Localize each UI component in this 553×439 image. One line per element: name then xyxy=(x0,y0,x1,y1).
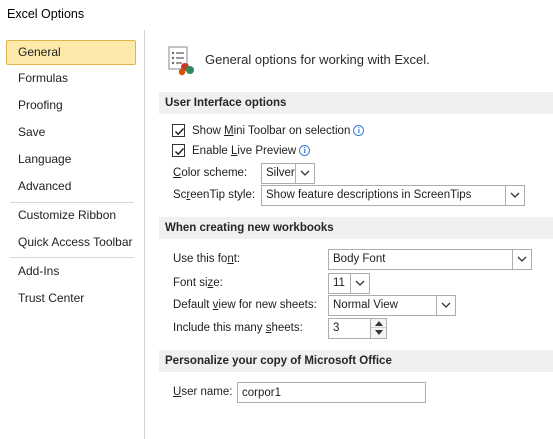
section-heading-ui-options: User Interface options xyxy=(159,92,553,114)
font-size-select[interactable]: 11 xyxy=(328,273,370,294)
mini-toolbar-checkbox[interactable] xyxy=(172,124,185,137)
font-size-label: Font size: xyxy=(173,277,223,289)
font-size-value: 11 xyxy=(333,277,345,289)
live-preview-label: Enable Live Preview i xyxy=(192,141,311,161)
username-field[interactable] xyxy=(237,382,426,403)
sidebar-item-label: Add-Ins xyxy=(18,264,60,278)
sidebar-item-label: Trust Center xyxy=(18,291,85,305)
default-view-label: Default view for new sheets: xyxy=(173,299,317,311)
sidebar-separator xyxy=(10,257,134,258)
sidebar-item-save[interactable]: Save xyxy=(6,120,136,145)
sidebar-item-customize-ribbon[interactable]: Customize Ribbon xyxy=(6,203,136,228)
font-label: Use this font: xyxy=(173,253,241,265)
window-title: Excel Options xyxy=(7,7,85,21)
stepper-buttons xyxy=(370,319,386,338)
live-preview-checkbox[interactable] xyxy=(172,144,185,157)
sidebar-item-label: Proofing xyxy=(18,98,63,112)
sidebar-item-advanced[interactable]: Advanced xyxy=(6,174,136,199)
font-select[interactable]: Body Font xyxy=(328,249,532,270)
sheets-count-label: Include this many sheets: xyxy=(173,322,303,334)
sidebar-item-quick-access-toolbar[interactable]: Quick Access Toolbar xyxy=(6,230,136,255)
mini-toolbar-option[interactable]: Show Mini Toolbar on selection i xyxy=(172,121,472,141)
stepper-down-icon[interactable] xyxy=(371,328,386,337)
default-view-select[interactable]: Normal View xyxy=(328,295,456,316)
info-icon[interactable]: i xyxy=(353,125,365,136)
sidebar-item-label: General xyxy=(18,45,61,59)
sidebar-item-label: Advanced xyxy=(18,179,72,193)
general-options-pane: General options for working with Excel. … xyxy=(145,30,553,439)
sidebar-item-label: Save xyxy=(18,125,46,139)
username-input[interactable] xyxy=(238,383,425,402)
chevron-down-icon[interactable] xyxy=(512,250,531,269)
section-heading-new-workbooks: When creating new workbooks xyxy=(159,217,553,239)
chevron-down-icon[interactable] xyxy=(436,296,455,315)
default-view-value: Normal View xyxy=(333,299,398,311)
section-heading-personalize: Personalize your copy of Microsoft Offic… xyxy=(159,350,553,372)
color-scheme-select[interactable]: Silver xyxy=(261,163,315,184)
chevron-down-icon[interactable] xyxy=(505,186,524,205)
info-icon[interactable]: i xyxy=(299,145,311,156)
sidebar-item-label: Language xyxy=(18,152,72,166)
screentip-style-label: ScreenTip style: xyxy=(173,189,256,201)
sidebar-item-trust-center[interactable]: Trust Center xyxy=(6,286,136,311)
screentip-style-value: Show feature descriptions in ScreenTips xyxy=(266,189,472,201)
live-preview-option[interactable]: Enable Live Preview i xyxy=(172,141,472,161)
sidebar-item-label: Quick Access Toolbar xyxy=(18,235,133,249)
sidebar-item-add-ins[interactable]: Add-Ins xyxy=(6,259,136,284)
stepper-up-icon[interactable] xyxy=(371,319,386,328)
color-scheme-value: Silver xyxy=(266,167,295,179)
username-label: User name: xyxy=(173,386,233,398)
sidebar-item-label: Customize Ribbon xyxy=(18,208,117,222)
chevron-down-icon[interactable] xyxy=(350,274,369,293)
sidebar-item-formulas[interactable]: Formulas xyxy=(6,66,136,91)
chevron-down-icon[interactable] xyxy=(295,164,314,183)
general-options-icon xyxy=(163,43,197,77)
sidebar-item-proofing[interactable]: Proofing xyxy=(6,93,136,118)
color-scheme-label: Color scheme: xyxy=(173,167,248,179)
sidebar-item-general[interactable]: General xyxy=(6,40,136,65)
sidebar-item-language[interactable]: Language xyxy=(6,147,136,172)
sheets-count-stepper[interactable]: 3 xyxy=(328,318,387,339)
sidebar-item-label: Formulas xyxy=(18,71,69,85)
font-value: Body Font xyxy=(333,253,386,265)
sidebar: General Formulas Proofing Save Language … xyxy=(0,30,142,439)
screentip-style-select[interactable]: Show feature descriptions in ScreenTips xyxy=(261,185,525,206)
title-bar: Excel Options xyxy=(0,0,553,30)
sheets-count-value: 3 xyxy=(333,322,340,334)
page-title: General options for working with Excel. xyxy=(205,52,430,67)
mini-toolbar-label: Show Mini Toolbar on selection i xyxy=(192,121,365,141)
